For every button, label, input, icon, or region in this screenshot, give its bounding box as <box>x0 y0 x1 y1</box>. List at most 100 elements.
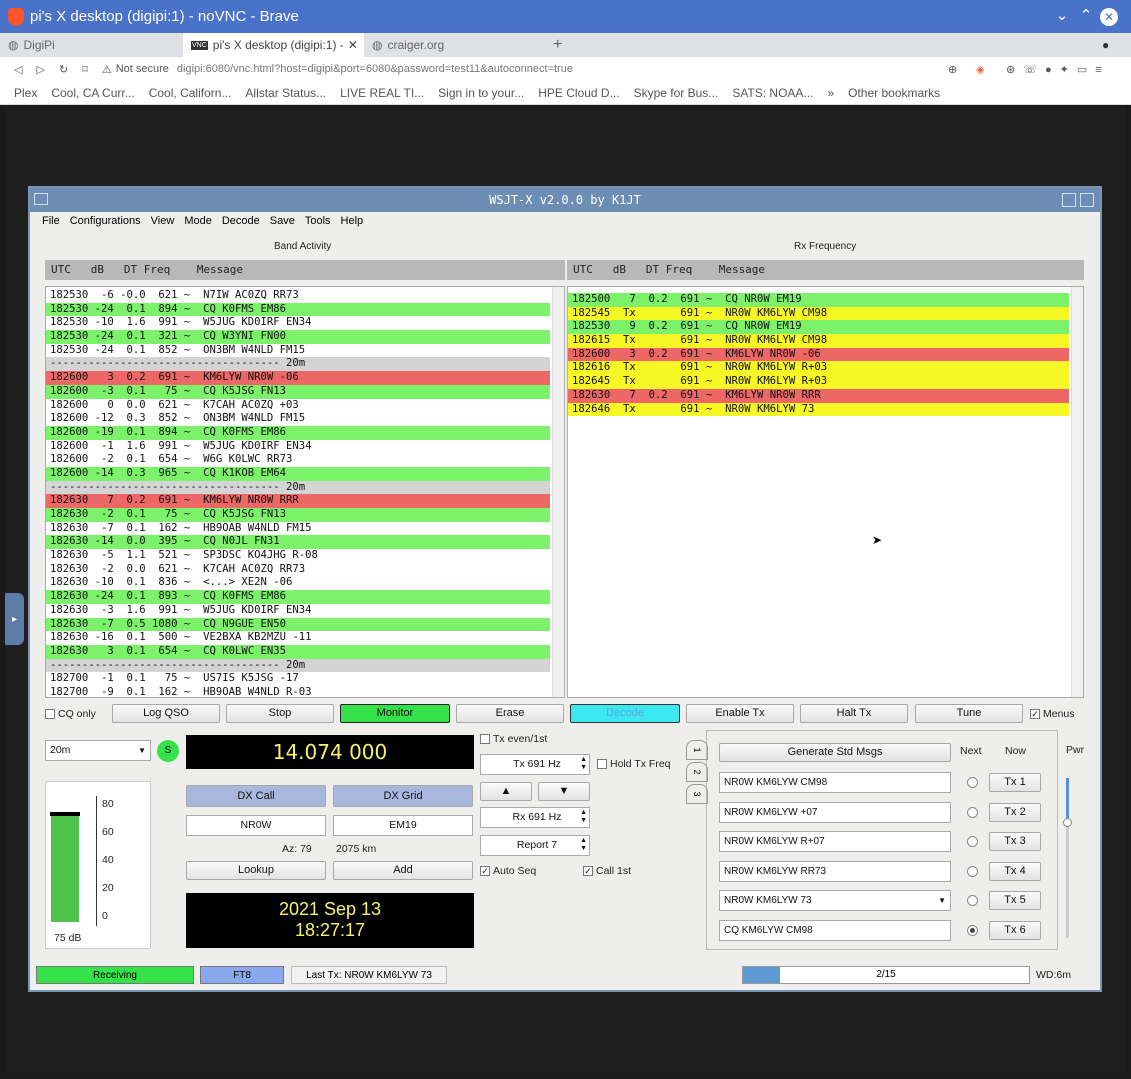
erase-button[interactable]: Erase <box>456 704 564 723</box>
bookmark-live[interactable]: LIVE REAL TI... <box>340 86 424 100</box>
band-activity-row[interactable]: 182530 -10 1.6 991 ~ W5JUG KD0IRF EN34 <box>46 316 550 330</box>
bookmark-allstar[interactable]: Allstar Status... <box>245 86 326 100</box>
rx-frequency-row[interactable]: 182645 Tx 691 ~ NR0W KM6LYW R+03 <box>568 375 1069 389</box>
rx-frequency-row[interactable]: 182615 Tx 691 ~ NR0W KM6LYW CM98 <box>568 334 1069 348</box>
rx-frequency-row[interactable]: 182530 9 0.2 691 ~ CQ NR0W EM19 <box>568 320 1069 335</box>
band-activity-row[interactable]: 182630 -24 0.1 893 ~ CQ K0FMS EM86 <box>46 590 550 604</box>
spin-icon[interactable]: ▲ ▼ <box>580 756 587 772</box>
rx-frequency-row[interactable]: 182616 Tx 691 ~ NR0W KM6LYW R+03 <box>568 361 1069 376</box>
log-qso-button[interactable]: Log QSO <box>112 704 220 723</box>
band-activity-row[interactable]: 182530 -24 0.1 321 ~ CQ W3YNI FN00 <box>46 330 550 344</box>
tx-tab-1[interactable]: 1 <box>686 740 708 760</box>
band-activity-row[interactable]: 182630 -7 0.5 1080 ~ CQ N9GUE EN50 <box>46 617 550 632</box>
tab-close-icon[interactable]: ✕ <box>348 38 358 52</box>
band-activity-row[interactable]: 182600 -3 0.1 75 ~ CQ K5JSG FN13 <box>46 384 550 399</box>
pwr-slider-handle[interactable] <box>1063 818 1072 827</box>
url-input[interactable]: digipi:6080/vnc.html?host=digipi&port=60… <box>177 63 573 75</box>
menu-help[interactable]: Help <box>341 215 364 227</box>
band-activity-scrollbar[interactable] <box>552 287 564 697</box>
minimize-icon[interactable]: ⌄ <box>1052 6 1072 24</box>
band-activity-row[interactable]: ------------------------------------ 20m <box>46 357 550 372</box>
bookmark-icon[interactable]: ⌑ <box>82 63 88 76</box>
band-activity-row[interactable]: 182630 -3 1.6 991 ~ W5JUG KD0IRF EN34 <box>46 604 550 618</box>
band-activity-row[interactable]: 182630 -2 0.1 75 ~ CQ K5JSG FN13 <box>46 508 550 522</box>
frequency-display[interactable]: 14.074 000 <box>186 735 474 769</box>
menu-decode[interactable]: Decode <box>222 215 260 227</box>
enable-tx-button[interactable]: Enable Tx <box>686 704 794 723</box>
add-button[interactable]: Add <box>333 861 473 880</box>
zoom-icon[interactable]: ⊕ <box>948 63 957 76</box>
band-activity-list[interactable]: 182530 -6 -0.0 621 ~ N7IW AC0ZQ RR73 1825… <box>45 286 565 698</box>
halt-tx-button[interactable]: Halt Tx <box>800 704 908 723</box>
tx-next-radio-6[interactable] <box>967 924 978 936</box>
reload-icon[interactable]: ↻ <box>59 63 68 76</box>
back-icon[interactable]: ◁ <box>14 63 22 76</box>
tx-now-button-1[interactable]: Tx 1 <box>989 773 1041 792</box>
close-icon[interactable]: ✕ <box>1100 8 1118 26</box>
band-activity-row[interactable]: 182600 -19 0.1 894 ~ CQ K0FMS EM86 <box>46 425 550 440</box>
call-1st-checkbox[interactable]: ✓ Call 1st <box>583 865 631 877</box>
rx-frequency-row[interactable]: 182600 3 0.2 691 ~ KM6LYW NR0W -06 <box>568 347 1069 362</box>
tx-message-field-1[interactable]: NR0W KM6LYW CM98 <box>719 772 951 793</box>
bookmark-sign-in[interactable]: Sign in to your... <box>438 86 524 100</box>
band-activity-row[interactable]: 182630 -10 0.1 836 ~ <...> XE2N -06 <box>46 576 550 590</box>
band-activity-row[interactable]: 182530 -24 0.1 894 ~ CQ K0FMS EM86 <box>46 302 550 317</box>
bookmark-skype[interactable]: Skype for Bus... <box>634 86 719 100</box>
spin-icon[interactable]: ▲ ▼ <box>580 809 587 825</box>
band-activity-row[interactable]: 182630 7 0.2 691 ~ KM6LYW NR0W RRR <box>46 494 550 508</box>
pwr-slider[interactable] <box>1063 778 1072 938</box>
tab-menu-icon[interactable]: ● <box>1102 38 1109 52</box>
auto-seq-checkbox[interactable]: ✓ Auto Seq <box>480 865 536 877</box>
tx-now-button-3[interactable]: Tx 3 <box>989 832 1041 851</box>
menu-configurations[interactable]: Configurations <box>70 215 141 227</box>
band-activity-row[interactable]: 182630 -2 0.0 621 ~ K7CAH AC0ZQ RR73 <box>46 563 550 577</box>
tx-next-radio-5[interactable] <box>967 895 978 906</box>
band-activity-row[interactable]: 182700 -1 0.1 75 ~ US7IS K5JSG -17 <box>46 672 550 686</box>
rx-frequency-row[interactable]: 182646 Tx 691 ~ NR0W KM6LYW 73 <box>568 402 1069 417</box>
band-activity-row[interactable]: 182630 -14 0.0 395 ~ CQ N0JL FN31 <box>46 535 550 550</box>
bookmarks-overflow[interactable]: » <box>827 86 834 100</box>
bookmark-cool-ca[interactable]: Cool, CA Curr... <box>51 86 134 100</box>
band-activity-row[interactable]: 182600 3 0.2 691 ~ KM6LYW NR0W -06 <box>46 371 550 385</box>
other-bookmarks[interactable]: Other bookmarks <box>848 86 940 100</box>
band-activity-row[interactable]: 182630 -5 1.1 521 ~ SP3DSC KO4JHG R-08 <box>46 549 550 563</box>
band-activity-row[interactable]: 182600 -2 0.1 654 ~ W6G K0LWC RR73 <box>46 453 550 467</box>
band-activity-row[interactable]: 182600 -12 0.3 852 ~ ON3BM W4NLD FM15 <box>46 412 550 426</box>
tx-next-radio-4[interactable] <box>967 865 978 877</box>
tx-now-button-6[interactable]: Tx 6 <box>989 920 1041 940</box>
vnc-control-bar-handle[interactable]: ▸ <box>5 593 24 645</box>
band-activity-row[interactable]: ------------------------------------ 20m <box>46 480 550 495</box>
band-activity-row[interactable]: 182700 -9 0.1 162 ~ HB9OAB W4NLD R-03 <box>46 686 550 697</box>
menu-tools[interactable]: Tools <box>305 215 331 227</box>
lookup-button[interactable]: Lookup <box>186 861 326 880</box>
tune-button[interactable]: Tune <box>915 704 1023 723</box>
rx-frequency-scrollbar[interactable] <box>1071 287 1083 697</box>
rx-frequency-row[interactable]: 182545 Tx 691 ~ NR0W KM6LYW CM98 <box>568 306 1069 321</box>
tx-even-checkbox[interactable]: Tx even/1st <box>480 733 547 745</box>
tx-message-field-4[interactable]: NR0W KM6LYW RR73 <box>719 860 951 882</box>
tx-tab-3[interactable]: 3 <box>686 784 708 804</box>
tx-freq-spinbox[interactable]: Tx 691 Hz ▲ ▼ <box>480 754 590 775</box>
band-activity-row[interactable]: 182530 -24 0.1 852 ~ ON3BM W4NLD FM15 <box>46 344 550 358</box>
band-activity-row[interactable]: 182600 -1 1.6 991 ~ W5JUG KD0IRF EN34 <box>46 440 550 454</box>
menu-save[interactable]: Save <box>270 215 295 227</box>
band-activity-row[interactable]: 182600 0 0.0 621 ~ K7CAH AC0ZQ +03 <box>46 399 550 413</box>
rx-freq-spinbox[interactable]: Rx 691 Hz ▲ ▼ <box>480 807 590 828</box>
menu-file[interactable]: File <box>42 215 60 227</box>
tx-message-field-5[interactable]: NR0W KM6LYW 73 ▼ <box>719 890 951 911</box>
tx-next-radio-1[interactable] <box>967 777 978 788</box>
menu-mode[interactable]: Mode <box>184 215 212 227</box>
band-activity-row[interactable]: 182630 -7 0.1 162 ~ HB9OAB W4NLD FM15 <box>46 522 550 536</box>
new-tab-icon[interactable]: + <box>553 36 562 54</box>
menus-checkbox[interactable]: ✓ Menus <box>1030 708 1075 720</box>
tx-message-field-3[interactable]: NR0W KM6LYW R+07 <box>719 831 951 852</box>
band-activity-row[interactable]: 182630 -16 0.1 500 ~ VE2BXA KB2MZU -11 <box>46 631 550 645</box>
band-activity-row[interactable]: ------------------------------------ 20m <box>46 658 550 673</box>
tx-now-button-4[interactable]: Tx 4 <box>989 861 1041 881</box>
stop-button[interactable]: Stop <box>226 704 334 723</box>
tab-novnc[interactable]: VNC pi's X desktop (digipi:1) - r ✕ <box>183 33 364 57</box>
rx-to-tx-button[interactable]: ▼ <box>538 782 590 801</box>
dx-call-input[interactable]: NR0W <box>186 815 326 836</box>
rx-frequency-list[interactable]: 182500 7 0.2 691 ~ CQ NR0W EM19 182545 Tx… <box>567 286 1084 698</box>
maximize-icon[interactable]: ⌃ <box>1076 6 1096 24</box>
